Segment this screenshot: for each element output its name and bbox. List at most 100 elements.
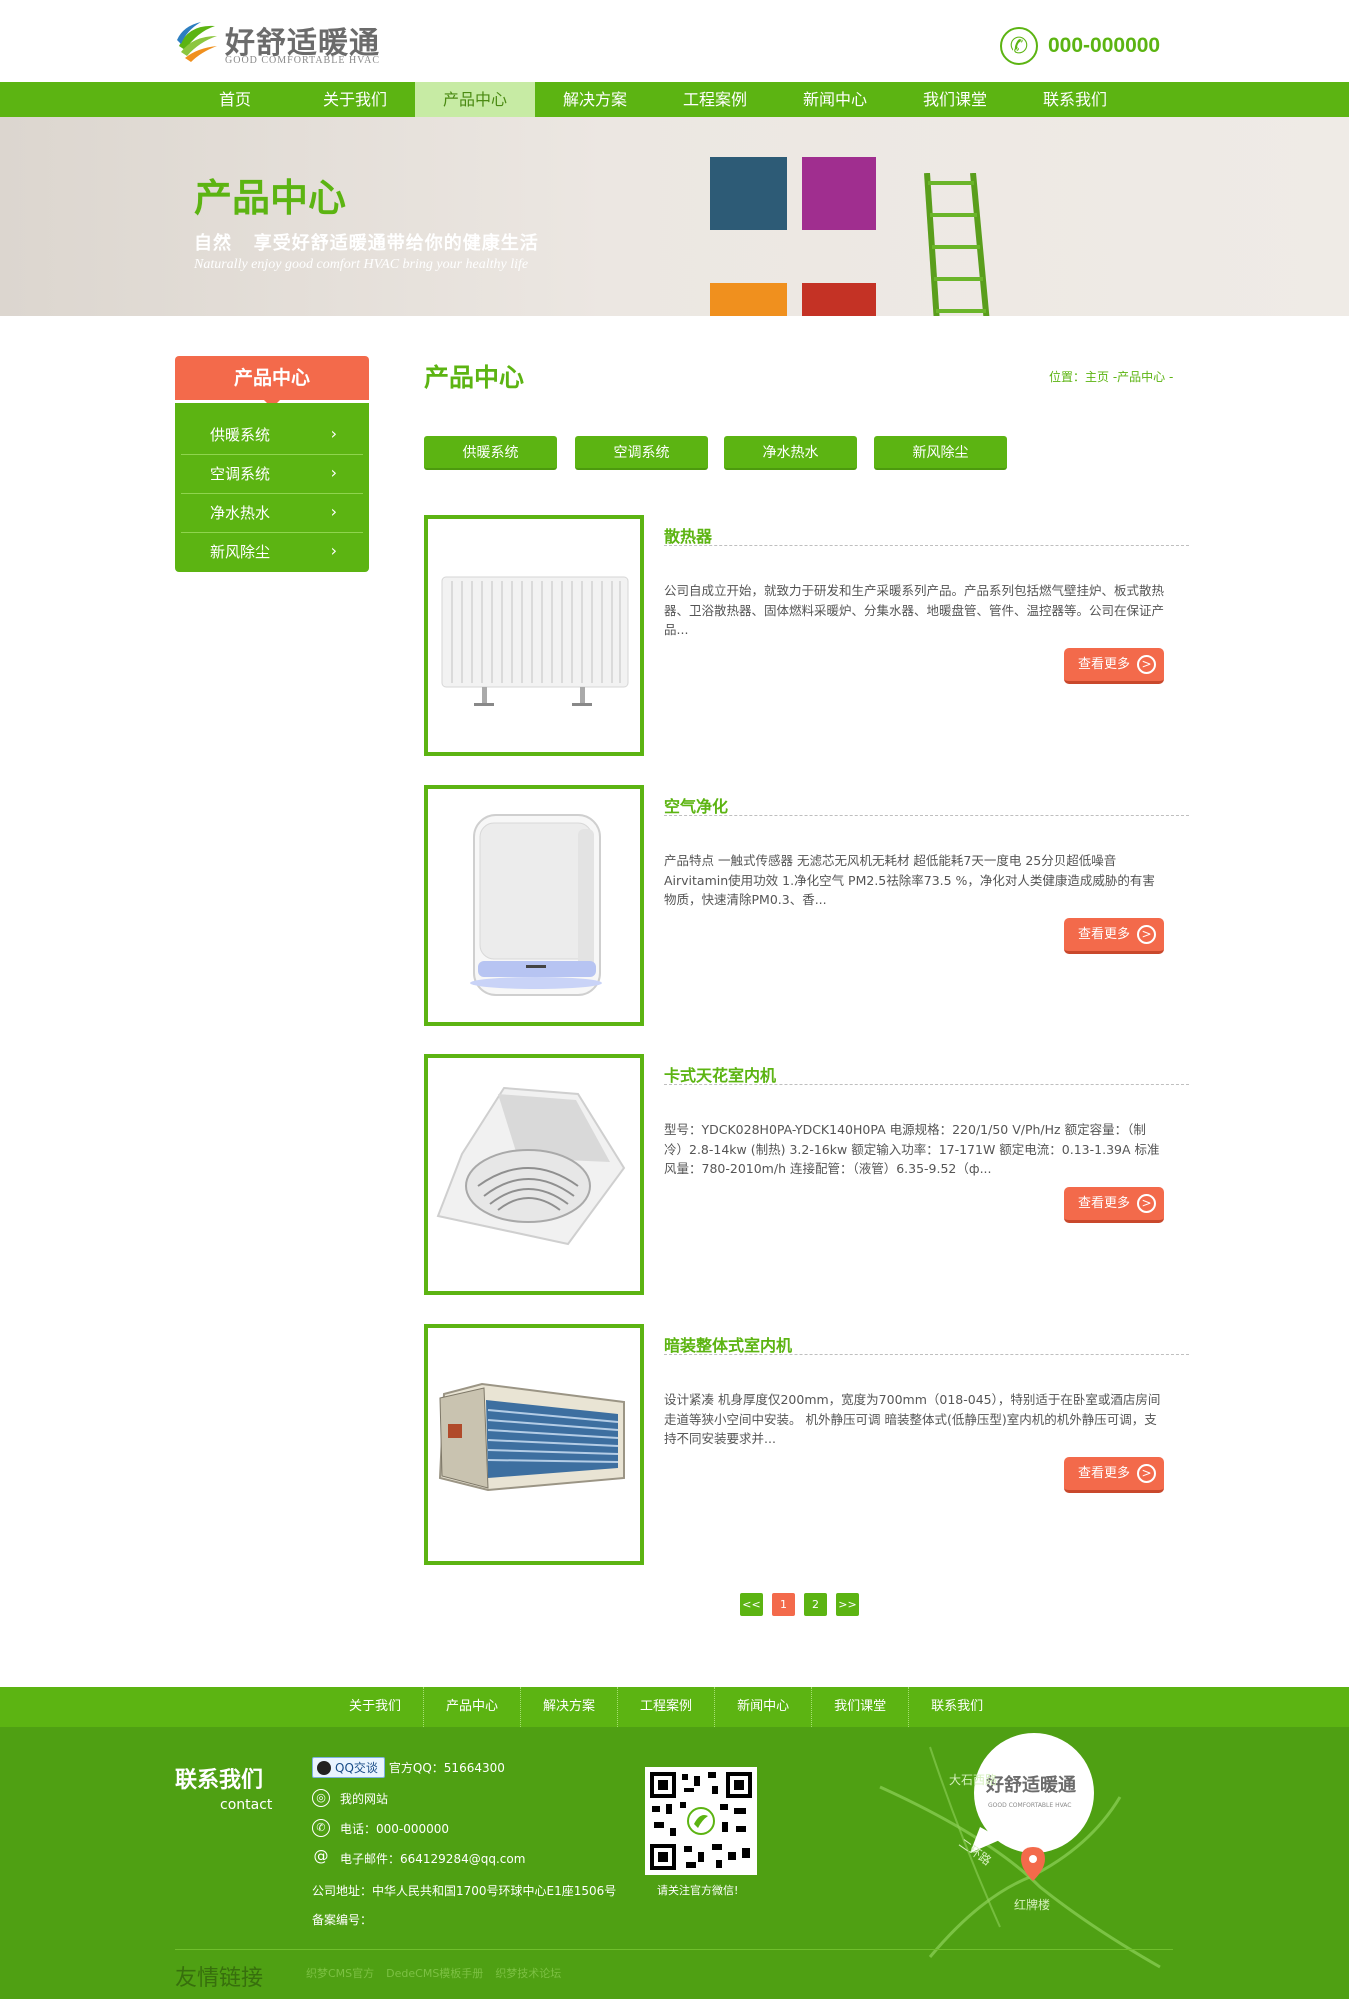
footer-nav-cases[interactable]: 工程案例	[618, 1687, 716, 1727]
sidebar-item-label: 空调系统	[210, 465, 271, 483]
sidebar-item-water[interactable]: 净水热水 ›	[181, 494, 363, 533]
product-description: 公司自成立开始，就致力于研发和生产采暖系列产品。产品系列包括燃气壁挂炉、板式散热…	[664, 583, 1165, 637]
product-title[interactable]: 散热器	[664, 523, 712, 547]
friend-links: 织梦CMS官方 DedeCMS模板手册 织梦技术论坛	[306, 1965, 573, 1981]
chevron-right-icon: ›	[330, 541, 337, 560]
main-nav: 首页 关于我们 产品中心 解决方案 工程案例 新闻中心 我们课堂 联系我们	[0, 82, 1349, 117]
product-image-cassette-ac[interactable]	[424, 1054, 644, 1295]
nav-item-home[interactable]: 首页	[175, 82, 295, 117]
site-header: 好舒适暖通 GOOD COMFORTABLE HVAC ✆ 000-000000	[0, 0, 1349, 82]
product-image-radiator[interactable]	[424, 515, 644, 756]
product-title[interactable]: 暗装整体式室内机	[664, 1332, 792, 1356]
banner-swatch-red	[802, 283, 876, 316]
footer-email-row: @ 电子邮件：664129284@qq.com	[312, 1849, 526, 1867]
nav-item-news[interactable]: 新闻中心	[775, 82, 895, 117]
footer-qq-row: QQ交谈 官方QQ：51664300	[312, 1757, 505, 1778]
footer-nav-classroom[interactable]: 我们课堂	[812, 1687, 910, 1727]
footer-icp: 备案编号：	[312, 1913, 373, 1927]
product-title[interactable]: 空气净化	[664, 793, 728, 817]
banner-swatch-orange	[710, 283, 787, 316]
product-item: 暗装整体式室内机 设计紧凑 机身厚度仅200mm，宽度为700mm（018-04…	[424, 1324, 1189, 1565]
product-item: 空气净化 产品特点 一触式传感器 无滤芯无风机无耗材 超低能耗7天一度电 25分…	[424, 785, 1189, 1026]
nav-item-about[interactable]: 关于我们	[295, 82, 415, 117]
footer-phone-row: ✆ 电话：000-000000	[312, 1819, 449, 1837]
friend-link[interactable]: 织梦技术论坛	[495, 1965, 561, 1981]
arrow-circle-icon: >	[1137, 1464, 1156, 1483]
banner-subtitle: 自然 享受好舒适暖通带给你的健康生活	[194, 233, 539, 254]
qq-icon	[317, 1760, 331, 1775]
banner-swatch-purple	[802, 157, 876, 230]
globe-icon: ◎	[312, 1789, 330, 1807]
nav-item-classroom[interactable]: 我们课堂	[895, 82, 1015, 117]
location-map[interactable]: 好舒适暖通 GOOD COMFORTABLE HVAC 大石西路 二环路 红牌楼	[870, 1727, 1170, 1999]
footer-address: 公司地址：中华人民共和国1700号环球中心E1座1506号	[312, 1884, 617, 1898]
footer-nav-solutions[interactable]: 解决方案	[521, 1687, 619, 1727]
footer-qq-text: 官方QQ：51664300	[388, 1761, 505, 1775]
chevron-right-icon: ›	[330, 463, 337, 482]
banner-ladder-image	[924, 173, 990, 316]
nav-item-solutions[interactable]: 解决方案	[535, 82, 655, 117]
category-button-fresh-air[interactable]: 新风除尘	[874, 436, 1007, 470]
friend-links-title: 友情链接	[175, 1966, 264, 1991]
footer-phone: 电话：000-000000	[340, 1821, 450, 1836]
sidebar-item-label: 净水热水	[210, 504, 271, 522]
footer-nav-news[interactable]: 新闻中心	[715, 1687, 813, 1727]
pagination-next[interactable]: >>	[836, 1593, 859, 1616]
footer-email[interactable]: 电子邮件：664129284@qq.com	[340, 1850, 525, 1867]
page-banner: 产品中心 自然 享受好舒适暖通带给你的健康生活 Naturally enjoy …	[0, 117, 1349, 316]
product-item: 散热器 公司自成立开始，就致力于研发和生产采暖系列产品。产品系列包括燃气壁挂炉、…	[424, 515, 1189, 756]
sidebar-item-aircon[interactable]: 空调系统 ›	[181, 455, 363, 494]
view-more-button[interactable]: 查看更多 >	[1064, 918, 1164, 954]
footer-nav-about[interactable]: 关于我们	[327, 1687, 425, 1727]
category-button-aircon[interactable]: 空调系统	[575, 436, 708, 470]
banner-swatch-blue	[710, 157, 787, 230]
view-more-label: 查看更多	[1078, 1466, 1131, 1481]
logo-leaf-icon	[177, 22, 217, 62]
sidebar-title: 产品中心	[175, 356, 369, 408]
page-title: 产品中心	[424, 363, 525, 392]
footer-divider	[175, 1949, 1173, 1950]
sidebar-item-label: 供暖系统	[210, 426, 271, 444]
footer-contact-title: 联系我们	[175, 1768, 264, 1793]
footer-contact-subtitle: contact	[220, 1797, 273, 1813]
arrow-circle-icon: >	[1137, 925, 1156, 944]
breadcrumb[interactable]: 位置：主页 -产品中心 -	[1049, 368, 1173, 385]
product-image-air-purifier[interactable]	[424, 785, 644, 1026]
footer-website-link[interactable]: 我的网站	[340, 1790, 388, 1807]
qq-chat-button[interactable]: QQ交谈	[312, 1757, 385, 1778]
pagination-prev[interactable]: <<	[740, 1593, 763, 1616]
view-more-button[interactable]: 查看更多 >	[1064, 1187, 1164, 1223]
friend-link[interactable]: DedeCMS模板手册	[386, 1965, 483, 1981]
product-title[interactable]: 卡式天花室内机	[664, 1062, 776, 1086]
sidebar-item-label: 新风除尘	[210, 543, 271, 561]
pagination-page[interactable]: 1	[772, 1593, 795, 1616]
footer-nav-contact[interactable]: 联系我们	[909, 1687, 1005, 1727]
map-logo-text: 好舒适暖通	[985, 1774, 1076, 1796]
nav-item-products[interactable]: 产品中心	[415, 82, 535, 117]
qq-chat-label: QQ交谈	[335, 1761, 378, 1775]
divider	[664, 1084, 1189, 1085]
view-more-button[interactable]: 查看更多 >	[1064, 1457, 1164, 1493]
map-pin-icon	[1021, 1847, 1045, 1881]
category-button-heating[interactable]: 供暖系统	[424, 436, 557, 470]
view-more-label: 查看更多	[1078, 1196, 1131, 1211]
phone-number: 000-000000	[1048, 34, 1161, 57]
category-button-water[interactable]: 净水热水	[724, 436, 857, 470]
pagination: << 1 2 >>	[740, 1593, 868, 1616]
view-more-label: 查看更多	[1078, 657, 1131, 672]
product-image-ducted-unit[interactable]	[424, 1324, 644, 1565]
map-logo-subtext: GOOD COMFORTABLE HVAC	[988, 1802, 1072, 1809]
divider	[664, 545, 1189, 546]
footer-nav-products[interactable]: 产品中心	[424, 1687, 522, 1727]
site-logo[interactable]: 好舒适暖通 GOOD COMFORTABLE HVAC	[175, 18, 385, 70]
sidebar-item-fresh-air[interactable]: 新风除尘 ›	[181, 533, 363, 572]
nav-item-contact[interactable]: 联系我们	[1015, 82, 1135, 117]
nav-item-cases[interactable]: 工程案例	[655, 82, 775, 117]
product-description: 设计紧凑 机身厚度仅200mm，宽度为700mm（018-045），特别适于在卧…	[664, 1392, 1161, 1446]
friend-link[interactable]: 织梦CMS官方	[306, 1965, 374, 1981]
pagination-page[interactable]: 2	[804, 1593, 827, 1616]
product-description: 型号：YDCK028H0PA-YDCK140H0PA 电源规格：220/1/50…	[664, 1122, 1160, 1176]
sidebar-item-heating[interactable]: 供暖系统 ›	[181, 416, 363, 455]
qr-caption: 请关注官方微信!	[657, 1884, 739, 1897]
view-more-button[interactable]: 查看更多 >	[1064, 648, 1164, 684]
